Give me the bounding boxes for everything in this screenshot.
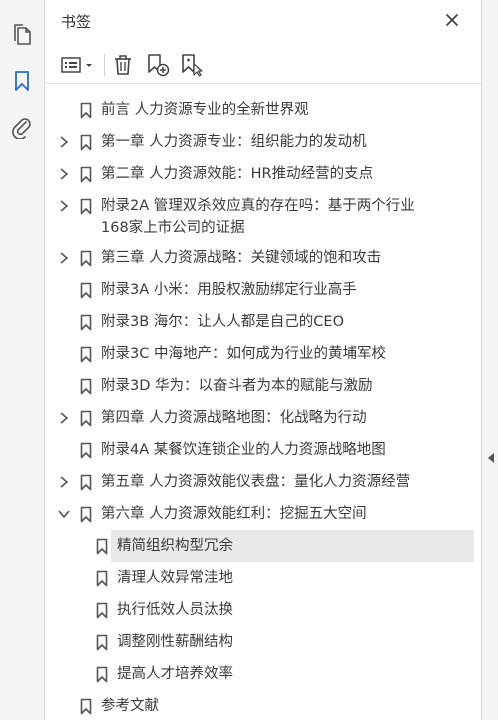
bookmark-row[interactable]: 精简组织构型冗余 [45,530,481,562]
bookmark-label: 执行低效人员汰换 [117,602,233,618]
new-bookmark-icon[interactable] [145,50,171,80]
bookmark-label: 附录3A 小米：用股权激励绑定行业高手 [101,282,357,298]
bookmark-label: 第三章 人力资源战略：关键领域的饱和攻击 [101,250,382,266]
bookmark-label: 第一章 人力资源专业：组织能力的发动机 [101,134,367,150]
bookmark-row[interactable]: 第二章 人力资源效能：HR推动经营的支点 [45,158,481,190]
panel-header: 书签 [45,0,481,42]
bookmark-row[interactable]: 附录4A 某餐饮连锁企业的人力资源战略地图 [45,434,481,466]
bookmark-item-icon [95,537,109,555]
bookmarks-panel: 书签 前言 人力资源专业的全新世界观 第一章 人力资源专业：组织能力的发动机 第… [45,0,481,720]
bookmark-item-icon [79,133,93,151]
chevron-right-icon[interactable] [57,474,71,490]
bookmark-label: 前言 人力资源专业的全新世界观 [101,102,309,118]
bookmark-item-icon [79,473,93,491]
panel-splitter[interactable] [481,0,498,720]
bookmark-row[interactable]: 附录3B 海尔：让人人都是自己的CEO [45,306,481,338]
bookmark-row[interactable]: 第四章 人力资源战略地图：化战略为行动 [45,402,481,434]
bookmark-label: 第五章 人力资源效能仪表盘：量化人力资源经营 [101,474,411,490]
bookmark-row[interactable]: 参考文献 [45,690,481,720]
bookmark-row[interactable]: 附录3D 华为：以奋斗者为本的赋能与激励 [45,370,481,402]
bookmark-item-icon [79,249,93,267]
bookmark-label: 附录4A 某餐饮连锁企业的人力资源战略地图 [101,442,386,458]
bookmark-label: 调整刚性薪酬结构 [117,634,233,650]
chevron-down-icon[interactable] [57,506,71,522]
bookmark-label: 第二章 人力资源效能：HR推动经营的支点 [101,166,374,182]
toolbar-separator [104,54,105,76]
bookmark-label: 附录3D 华为：以奋斗者为本的赋能与激励 [101,378,373,394]
bookmark-row[interactable]: 提高人才培养效率 [45,658,481,690]
close-icon[interactable] [441,9,463,31]
bookmark-item-icon [79,505,93,523]
bookmark-label: 精简组织构型冗余 [117,538,233,554]
chevron-right-icon[interactable] [57,134,71,150]
bookmark-item-icon [79,345,93,363]
chevron-right-icon[interactable] [57,250,71,266]
bookmark-item-icon [79,441,93,459]
bookmark-label: 第四章 人力资源战略地图：化战略为行动 [101,410,367,426]
bookmark-item-icon [95,633,109,651]
chevron-right-icon[interactable] [57,166,71,182]
bookmark-item-icon [95,569,109,587]
bookmark-item-icon [79,101,93,119]
pages-icon[interactable] [7,20,37,50]
bookmark-row[interactable]: 附录3C 中海地产：如何成为行业的黄埔军校 [45,338,481,370]
bookmark-label: 附录3C 中海地产：如何成为行业的黄埔军校 [101,346,386,362]
bookmark-row[interactable]: 清理人效异常洼地 [45,562,481,594]
bookmark-item-icon [79,409,93,427]
bookmark-icon[interactable] [7,66,37,96]
bookmark-label: 清理人效异常洼地 [117,570,233,586]
bookmark-row[interactable]: 调整刚性薪酬结构 [45,626,481,658]
chevron-right-icon[interactable] [57,198,71,214]
bookmark-item-icon [95,601,109,619]
bookmark-label: 参考文献 [101,698,159,714]
chevron-right-icon[interactable] [57,410,71,426]
bookmark-row[interactable]: 第一章 人力资源专业：组织能力的发动机 [45,126,481,158]
bookmark-item-icon [79,197,93,215]
bookmark-row[interactable]: 第三章 人力资源战略：关键领域的饱和攻击 [45,242,481,274]
bookmark-row[interactable]: 第五章 人力资源效能仪表盘：量化人力资源经营 [45,466,481,498]
bookmark-row[interactable]: 附录2A 管理双杀效应真的存在吗：基于两个行业168家上市公司的证据 [45,190,481,242]
attachment-icon[interactable] [7,112,37,142]
bookmark-tree: 前言 人力资源专业的全新世界观第一章 人力资源专业：组织能力的发动机 第二章 人力… [45,94,481,720]
bookmark-toolbar [45,46,481,84]
left-navigation-rail [0,0,45,720]
bookmark-from-selection-icon[interactable] [179,50,205,80]
panel-title: 书签 [61,13,92,31]
bookmark-row[interactable]: 第六章 人力资源效能红利：挖掘五大空间 [45,498,481,530]
bookmark-item-icon [79,377,93,395]
bookmark-row[interactable]: 前言 人力资源专业的全新世界观 [45,94,481,126]
bookmark-item-icon [79,165,93,183]
bookmark-label: 附录2A 管理双杀效应真的存在吗：基于两个行业168家上市公司的证据 [101,198,415,236]
bookmark-row[interactable]: 执行低效人员汰换 [45,594,481,626]
bookmark-label: 提高人才培养效率 [117,666,233,682]
bookmark-label: 附录3B 海尔：让人人都是自己的CEO [101,314,344,330]
bookmark-item-icon [79,281,93,299]
bookmark-item-icon [79,697,93,715]
bookmark-item-icon [79,313,93,331]
delete-bookmark-icon[interactable] [111,50,135,80]
bookmark-item-icon [95,665,109,683]
bookmark-row[interactable]: 附录3A 小米：用股权激励绑定行业高手 [45,274,481,306]
collapse-arrow-icon[interactable] [486,452,496,464]
bookmark-label: 第六章 人力资源效能红利：挖掘五大空间 [101,506,367,522]
options-menu-icon[interactable] [59,50,97,80]
